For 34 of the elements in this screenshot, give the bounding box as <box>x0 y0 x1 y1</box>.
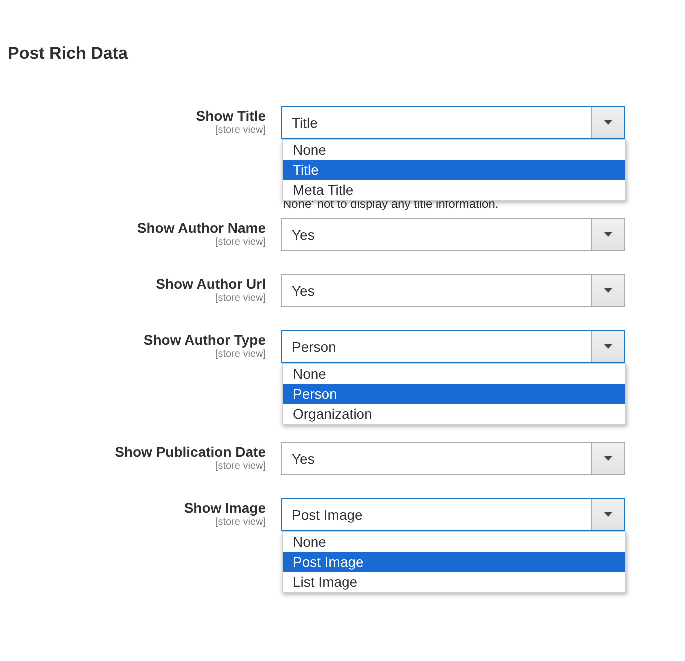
dropdown-option[interactable]: Person <box>283 384 625 404</box>
dropdown-option[interactable]: Organization <box>283 404 625 424</box>
scope-label: [store view] <box>215 237 266 248</box>
dropdown-option[interactable]: Post Image <box>283 552 625 572</box>
dropdown-option[interactable]: Title <box>283 160 625 180</box>
caret-icon <box>604 120 612 125</box>
caret-icon <box>604 512 612 517</box>
field-label: Show Title <box>196 108 266 124</box>
field-label: Show Image <box>184 500 266 516</box>
scope-label: [store view] <box>215 125 266 136</box>
field-label: Show Publication Date <box>115 444 266 460</box>
section-title: Post Rich Data <box>8 44 128 64</box>
dropdown-option[interactable]: None <box>283 532 625 552</box>
select-field[interactable]: Yes <box>281 442 625 475</box>
select-field[interactable]: Yes <box>281 274 625 307</box>
field-label: Show Author Type <box>144 332 266 348</box>
caret-icon <box>604 344 612 349</box>
select-field[interactable]: Title <box>281 106 625 139</box>
field-label: Show Author Url <box>156 276 266 292</box>
scope-label: [store view] <box>215 461 266 472</box>
dropdown-option[interactable]: Meta Title <box>283 180 625 200</box>
dropdown-option[interactable]: List Image <box>283 572 625 592</box>
select-field[interactable]: Yes <box>281 218 625 251</box>
caret-icon <box>604 288 612 293</box>
select-field[interactable]: Post Image <box>281 498 625 531</box>
select-field[interactable]: Person <box>281 330 625 363</box>
caret-icon <box>604 232 612 237</box>
dropdown-option[interactable]: None <box>283 364 625 384</box>
field-label: Show Author Name <box>137 220 266 236</box>
dropdown-option[interactable]: None <box>283 140 625 160</box>
scope-label: [store view] <box>215 349 266 360</box>
scope-label: [store view] <box>215 293 266 304</box>
caret-icon <box>604 456 612 461</box>
scope-label: [store view] <box>215 517 266 528</box>
